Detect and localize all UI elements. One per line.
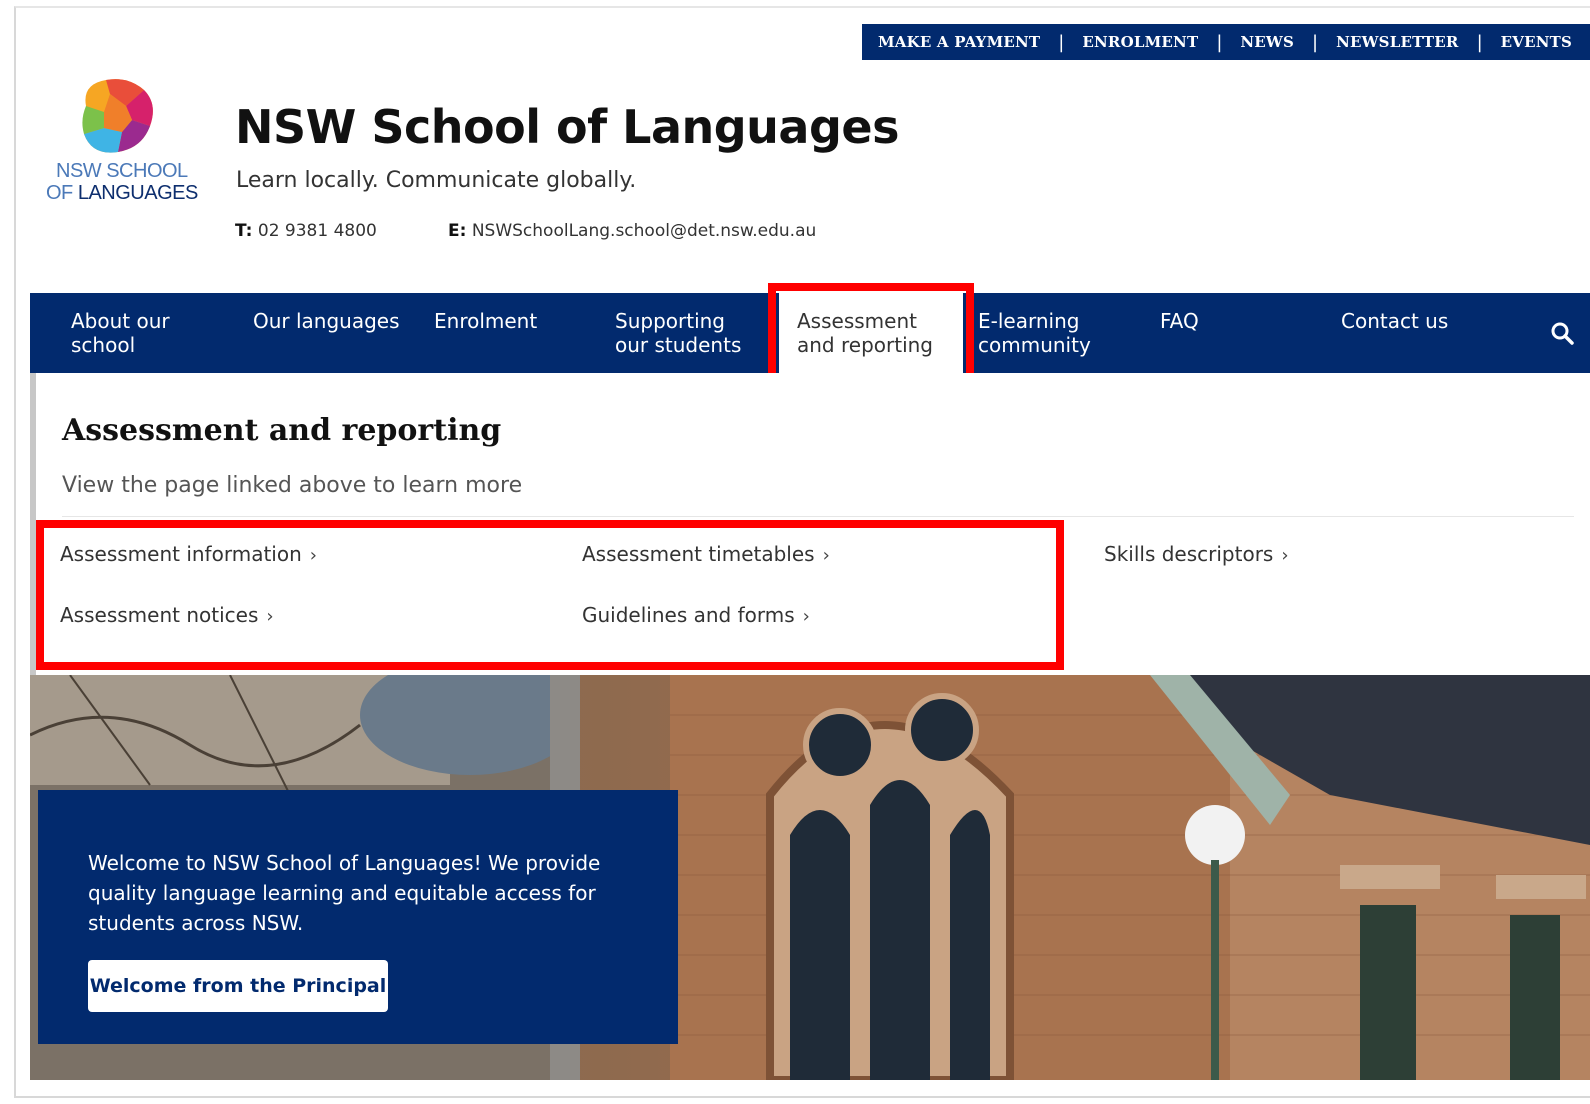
chevron-right-icon: › — [802, 606, 810, 627]
nav-supporting-our-students[interactable]: Supporting our students — [615, 309, 741, 357]
nav-assessment-and-reporting[interactable]: Assessment and reporting — [779, 293, 963, 373]
chevron-right-icon: › — [822, 545, 830, 566]
welcome-panel: Welcome to NSW School of Languages! We p… — [38, 790, 678, 1044]
utility-link-enrolment[interactable]: ENROLMENT — [1082, 33, 1198, 51]
logo-text-line1: NSW SCHOOL — [56, 160, 188, 182]
mega-menu-subtitle: View the page linked above to learn more — [62, 473, 523, 498]
utility-link-events[interactable]: EVENTS — [1501, 33, 1572, 51]
chevron-right-icon: › — [1281, 545, 1289, 566]
utility-separator: | — [1058, 31, 1065, 53]
utility-separator: | — [1312, 31, 1319, 53]
chevron-right-icon: › — [309, 545, 317, 566]
link-assessment-timetables[interactable]: Assessment timetables › — [582, 542, 830, 566]
search-icon[interactable] — [1550, 321, 1574, 345]
nav-faq[interactable]: FAQ — [1160, 309, 1199, 333]
utility-link-make-payment[interactable]: MAKE A PAYMENT — [878, 33, 1040, 51]
chevron-right-icon: › — [266, 606, 274, 627]
logo-text-line2: OF LANGUAGES — [46, 182, 198, 204]
mega-menu: Assessment and reporting View the page l… — [30, 373, 1590, 675]
tagline: Learn locally. Communicate globally. — [236, 168, 637, 193]
link-skills-descriptors[interactable]: Skills descriptors › — [1104, 542, 1289, 566]
utility-link-newsletter[interactable]: NEWSLETTER — [1336, 33, 1459, 51]
welcome-text: Welcome to NSW School of Languages! We p… — [88, 851, 601, 935]
link-assessment-information[interactable]: Assessment information › — [60, 542, 317, 566]
utility-link-news[interactable]: NEWS — [1240, 33, 1294, 51]
utility-nav: MAKE A PAYMENT | ENROLMENT | NEWS | NEWS… — [862, 24, 1590, 60]
link-assessment-notices[interactable]: Assessment notices › — [60, 603, 274, 627]
nav-our-languages[interactable]: Our languages — [253, 309, 400, 333]
mega-menu-title: Assessment and reporting — [62, 413, 502, 448]
utility-separator: | — [1216, 31, 1223, 53]
nav-enrolment[interactable]: Enrolment — [434, 309, 537, 333]
nav-e-learning-community[interactable]: E-learning community — [978, 309, 1091, 357]
nav-about-our-school[interactable]: About our school — [71, 309, 170, 357]
main-nav: About our school Our languages Enrolment… — [30, 293, 1590, 373]
welcome-from-principal-button[interactable]: Welcome from the Principal — [88, 960, 388, 1012]
utility-separator: | — [1476, 31, 1483, 53]
nav-contact-us[interactable]: Contact us — [1341, 309, 1448, 333]
link-guidelines-and-forms[interactable]: Guidelines and forms › — [582, 603, 810, 627]
contact-email[interactable]: E: NSWSchoolLang.school@det.nsw.edu.au — [448, 221, 816, 241]
contact-phone[interactable]: T: 02 9381 4800 — [235, 221, 377, 241]
divider — [62, 516, 1574, 517]
site-title[interactable]: NSW School of Languages — [235, 100, 899, 154]
